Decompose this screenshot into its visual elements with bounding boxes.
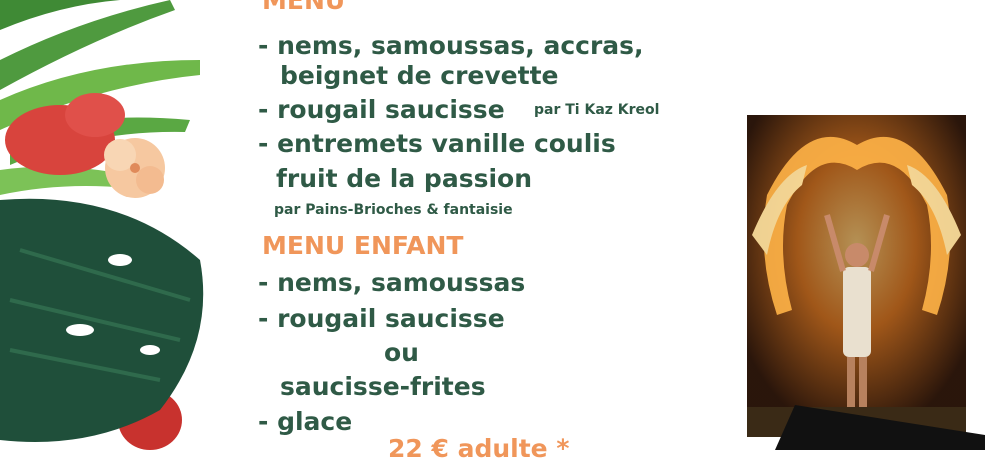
menu-enfant-heading: MENU ENFANT (262, 231, 464, 260)
menu-panel: MENU - nems, samoussas, accras, beignet … (0, 0, 740, 463)
fire-performer-photo (747, 115, 966, 437)
black-decoration (775, 405, 985, 450)
menu-enfant-line: - nems, samoussas (258, 268, 526, 297)
menu-enfant-line: - rougail saucisse (258, 304, 505, 333)
menu-enfant-line: saucisse-frites (280, 372, 486, 401)
menu-credit: par Ti Kaz Kreol (534, 102, 660, 118)
menu-line: fruit de la passion (276, 164, 532, 193)
menu-line: - rougail saucisse (258, 95, 505, 124)
price-text: 22 € adulte * (388, 434, 570, 463)
menu-heading: MENU (262, 0, 346, 15)
menu-line: beignet de crevette (280, 61, 559, 90)
menu-credit: par Pains-Brioches & fantaisie (274, 202, 513, 218)
menu-enfant-line: - glace (258, 407, 353, 436)
menu-enfant-line: ou (384, 338, 419, 367)
menu-line: - nems, samoussas, accras, (258, 31, 644, 60)
menu-line: - entremets vanille coulis (258, 129, 616, 158)
